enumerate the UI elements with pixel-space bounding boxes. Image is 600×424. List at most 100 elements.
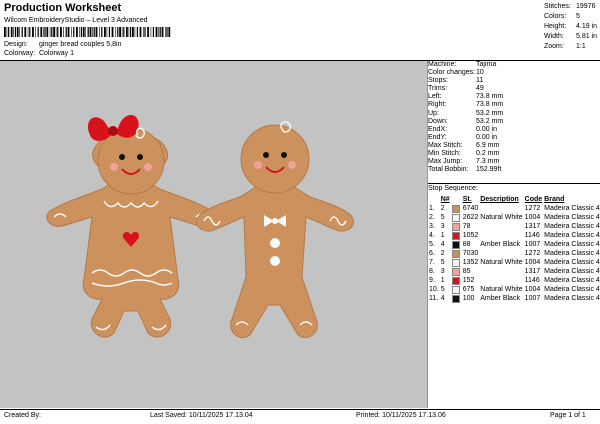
color-swatch (451, 267, 462, 276)
thread-description: Natural White (480, 214, 523, 221)
stat-width: Width: 5.81 in (544, 33, 598, 40)
gingerbread-girl (46, 115, 216, 338)
stitch-count: 100 (462, 295, 475, 302)
col-needle: N# (440, 196, 450, 203)
design-preview (0, 61, 428, 408)
thread-brand: Madeira Classic 40 (544, 232, 600, 239)
stop-number: 10. (429, 286, 439, 293)
printed-date: Printed: 10/11/2025 17.13.06 (356, 412, 446, 419)
design-row: Design: ginger bread couples 5,8in (4, 41, 121, 48)
info-up: Up: 53.2 mm (428, 109, 504, 117)
stat-height: Height: 4.19 in (544, 23, 598, 30)
needle-number: 2 (440, 205, 445, 212)
needle-number: 4 (440, 241, 445, 248)
thread-swatch (451, 276, 460, 285)
stitch-count: 1352 (462, 259, 479, 266)
stop-number: 8. (429, 268, 435, 275)
thread-brand: Madeira Classic 40 (544, 295, 600, 302)
created-by: Created By: (4, 412, 41, 419)
software-name: Wilcom EmbroideryStudio – Level 3 Advanc… (4, 17, 148, 24)
stop-number: 6. (429, 250, 435, 257)
stop-number: 11. (429, 295, 439, 302)
thread-code: 1272 (524, 250, 541, 257)
table-header-row: N# St. Description Code Brand (428, 195, 600, 204)
page-number: Page 1 of 1 (550, 412, 586, 419)
machine-info: Machine: Tajima Color changes:10 Stops: 11… (428, 61, 503, 174)
color-swatch (451, 285, 462, 294)
info-endx: EndX: 0.00 in (428, 125, 498, 133)
thread-description (479, 231, 523, 240)
table-row: 11. 4 100 Amber Black 1007 Madeira Classic 40 (428, 294, 600, 303)
footer-divider (0, 409, 600, 410)
thread-description: Natural White (480, 259, 523, 266)
color-swatch (451, 204, 462, 213)
thread-code: 1007 (524, 241, 541, 248)
thread-brand: Madeira Classic 40 (544, 214, 600, 221)
stop-number: 4. (429, 232, 435, 239)
stop-number: 5. (429, 241, 435, 248)
colorway-label: Colorway: (4, 50, 36, 57)
color-swatch (451, 276, 462, 285)
stitch-count: 6740 (462, 205, 479, 212)
thread-swatch (451, 294, 460, 303)
thread-swatch (451, 204, 460, 213)
col-code: Code (524, 196, 543, 203)
color-swatch (451, 258, 462, 267)
barcode (4, 27, 171, 37)
col-brand: Brand (544, 196, 565, 203)
stitch-count: 152 (462, 277, 475, 284)
info-max-stitch: Max Stitch: 6.9 mm (428, 141, 500, 149)
table-row: 4. 1 1052 1146 Madeira Classic 40 (428, 231, 600, 240)
gingerbread-boy (196, 121, 354, 339)
needle-number: 3 (440, 223, 445, 230)
thread-code: 1004 (524, 214, 541, 221)
table-row: 1. 2 6740 1272 Madeira Classic 40 (428, 204, 600, 213)
stat-colors: Colors: 5 (544, 13, 580, 20)
stat-stitches: Stitches: 19976 (544, 3, 596, 10)
design-label: Design: (4, 41, 28, 48)
needle-number: 3 (440, 268, 445, 275)
table-row: 5. 4 88 Amber Black 1007 Madeira Classic 40 (428, 240, 600, 249)
thread-code: 1146 (524, 277, 540, 284)
design-value: ginger bread couples 5,8in (38, 41, 122, 48)
needle-number: 2 (440, 250, 445, 257)
info-left: Left: 73.8 mm (428, 93, 504, 101)
needle-number: 5 (440, 214, 445, 221)
needle-number: 1 (440, 277, 445, 284)
stop-sequence-table: N# St. Description Code Brand 1. 2 6740 127… (428, 195, 600, 303)
color-swatch (451, 213, 462, 222)
table-row: 2. 5 2622 Natural White 1004 Madeira Classic … (428, 213, 600, 222)
info-endy: EndY: 0.00 in (428, 133, 498, 141)
design-stats: Stitches: 19976 Colors: 5 Height: 4.19 in W… (544, 2, 597, 52)
info-down: Down: 53.2 mm (428, 117, 504, 125)
stat-zoom: Zoom: 1:1 (544, 43, 586, 50)
info-total-bobbin: Total Bobbin: 152.99ft (428, 166, 502, 174)
needle-number: 4 (440, 295, 445, 302)
stop-number: 1. (429, 205, 435, 212)
table-row: 6. 2 7030 1272 Madeira Classic 40 (428, 249, 600, 258)
thread-description: Natural White (480, 286, 523, 293)
thread-brand: Madeira Classic 40 (544, 277, 600, 284)
col-stitches: St. (462, 196, 472, 203)
thread-brand: Madeira Classic 40 (544, 250, 600, 257)
thread-swatch (451, 285, 460, 294)
thread-description (479, 249, 523, 258)
thread-brand: Madeira Classic 40 (544, 259, 600, 266)
col-description: Description (480, 196, 519, 203)
stitch-count: 78 (462, 223, 471, 230)
stop-number: 2. (429, 214, 435, 221)
info-machine: Machine: Tajima (428, 61, 497, 68)
thread-brand: Madeira Classic 40 (544, 241, 600, 248)
stitch-count: 1052 (462, 232, 479, 239)
stop-number: 3. (429, 223, 435, 230)
thread-swatch (451, 213, 460, 222)
needle-number: 5 (440, 286, 445, 293)
info-trims: Trims: 49 (428, 85, 484, 93)
thread-code: 1317 (524, 268, 541, 275)
thread-swatch (451, 231, 460, 240)
thread-brand: Madeira Classic 40 (544, 286, 600, 293)
stop-divider (428, 183, 600, 184)
table-row: 3. 3 78 1317 Madeira Classic 40 (428, 222, 600, 231)
needle-number: 1 (440, 232, 445, 239)
color-swatch (451, 231, 462, 240)
